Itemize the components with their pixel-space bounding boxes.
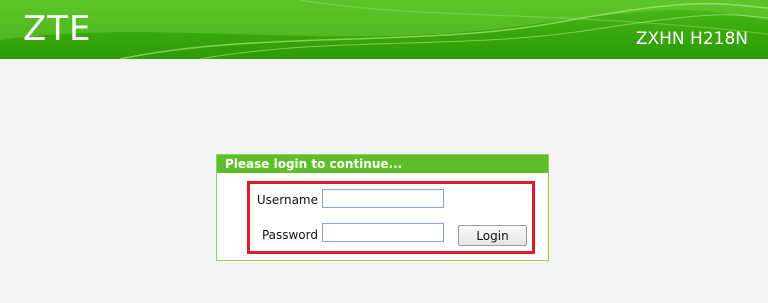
password-input[interactable] bbox=[322, 223, 444, 242]
device-model-label: ZXHN H218N bbox=[635, 29, 748, 49]
login-panel: Please login to continue... Username Pas… bbox=[216, 154, 549, 261]
header-banner: ZTE ZXHN H218N bbox=[0, 0, 768, 59]
username-label: Username bbox=[256, 193, 318, 207]
login-button[interactable]: Login bbox=[458, 225, 527, 246]
password-label: Password bbox=[261, 228, 318, 242]
login-panel-title: Please login to continue... bbox=[217, 155, 548, 173]
zte-logo: ZTE bbox=[23, 9, 92, 49]
username-input[interactable] bbox=[322, 189, 444, 208]
